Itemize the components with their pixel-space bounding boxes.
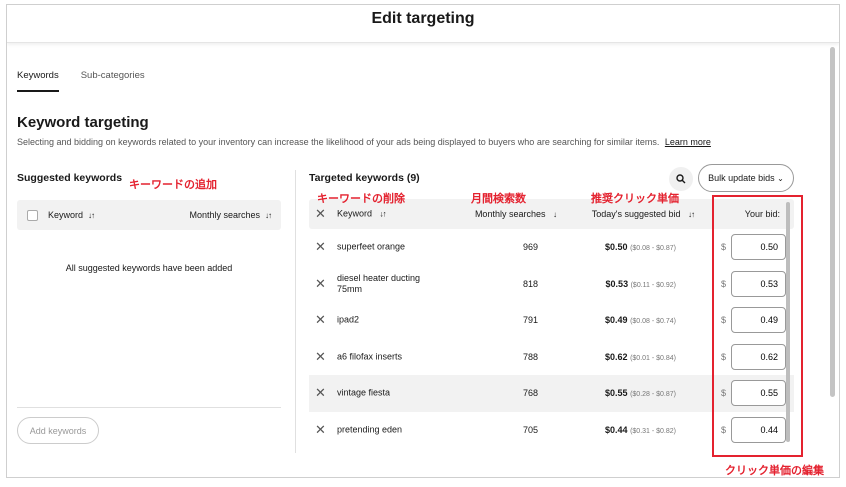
suggested-bid-cell: $0.62 ($0.01 - $0.84): [605, 352, 676, 362]
annotation-recommended-cpc: 推奨クリック単価: [591, 193, 679, 205]
keyword-cell: ipad2: [337, 314, 360, 325]
suggested-empty-message: All suggested keywords have been added: [65, 263, 233, 273]
sort-icon[interactable]: ↓↑: [265, 211, 272, 220]
suggested-bid-cell: $0.44 ($0.31 - $0.82): [605, 425, 676, 435]
divider: [17, 407, 281, 408]
suggested-table-header: Keyword ↓↑ Monthly searches ↓↑: [17, 200, 281, 230]
suggested-bid-cell: $0.53 ($0.11 - $0.92): [606, 279, 676, 289]
remove-keyword-icon[interactable]: ✕: [315, 312, 326, 328]
sort-icon: ↓↑: [379, 209, 387, 219]
monthly-searches-cell: 788: [522, 351, 538, 362]
suggested-col-monthly[interactable]: Monthly searches: [189, 210, 260, 220]
modal-title: Edit targeting: [371, 10, 475, 27]
suggested-bid-range: ($0.31 - $0.82): [630, 427, 676, 435]
suggested-bid-cell: $0.50 ($0.08 - $0.87): [605, 242, 676, 252]
panel-divider: [295, 170, 296, 453]
keyword-cell: vintage fiesta: [337, 387, 391, 398]
monthly-searches-cell: 705: [522, 424, 538, 435]
bulk-update-bids-label: Bulk update bids: [708, 173, 775, 183]
search-button[interactable]: [669, 167, 693, 191]
monthly-searches-cell: 791: [522, 315, 538, 326]
suggested-bid-cell: $0.49 ($0.08 - $0.74): [605, 315, 676, 325]
modal-header: Edit targeting: [7, 5, 839, 43]
modal-scrollbar[interactable]: [829, 45, 835, 475]
remove-keyword-icon[interactable]: ✕: [315, 239, 326, 255]
bulk-update-bids-button[interactable]: Bulk update bids ⌄: [698, 164, 794, 192]
annotation-edit-cpc: クリック単価の編集: [725, 465, 824, 477]
chevron-down-icon: ⌄: [777, 174, 784, 183]
remove-keyword-icon[interactable]: ✕: [315, 422, 326, 438]
annotation-add-keyword: キーワードの追加: [129, 179, 217, 191]
add-keywords-button[interactable]: Add keywords: [17, 417, 99, 444]
keyword-cell: a6 filofax inserts: [337, 351, 403, 362]
remove-all-icon[interactable]: ✕: [315, 206, 326, 222]
modal-scrollbar-thumb[interactable]: [830, 47, 835, 397]
tab-keywords[interactable]: Keywords: [17, 70, 59, 92]
targeted-col-suggested[interactable]: Today's suggested bid ↓↑: [591, 209, 695, 219]
keyword-cell: superfeet orange: [337, 241, 406, 252]
section-description-text: Selecting and bidding on keywords relate…: [17, 137, 660, 147]
remove-keyword-icon[interactable]: ✕: [315, 276, 326, 292]
targeted-col-keyword[interactable]: Keyword ↓↑: [337, 209, 447, 220]
suggested-col-keyword[interactable]: Keyword: [48, 210, 83, 220]
suggested-bid-range: ($0.28 - $0.87): [630, 391, 676, 399]
col-keyword-label: Keyword: [337, 208, 373, 219]
monthly-searches-cell: 969: [522, 242, 538, 253]
suggested-bid-value: $0.50: [605, 242, 628, 253]
annotation-delete-keyword: キーワードの削除: [317, 193, 405, 205]
learn-more-link[interactable]: Learn more: [665, 137, 711, 147]
arrow-down-icon: ↓: [553, 210, 557, 219]
annotation-box-your-bid: [712, 195, 803, 457]
col-monthly-label: Monthly searches: [474, 209, 546, 219]
suggested-bid-value: $0.55: [605, 388, 628, 399]
remove-keyword-icon[interactable]: ✕: [315, 385, 326, 401]
suggested-bid-value: $0.53: [605, 278, 629, 289]
tab-sub-categories[interactable]: Sub-categories: [81, 70, 145, 92]
suggested-bid-range: ($0.08 - $0.74): [630, 318, 676, 326]
remove-keyword-icon[interactable]: ✕: [315, 349, 326, 365]
keyword-cell: pretending eden: [337, 424, 403, 435]
monthly-searches-cell: 768: [522, 388, 538, 399]
suggested-keywords-title: Suggested keywords: [17, 172, 123, 184]
suggested-bid-value: $0.62: [605, 351, 628, 362]
sort-icon[interactable]: ↓↑: [88, 211, 95, 220]
suggested-bid-range: ($0.11 - $0.92): [630, 281, 676, 289]
suggested-bid-range: ($0.08 - $0.87): [630, 245, 676, 253]
keyword-cell: diesel heater ducting 75mm: [337, 272, 421, 294]
annotation-monthly-searches: 月間検索数: [471, 193, 526, 205]
tab-bar: Keywords Sub-categories: [17, 70, 145, 92]
suggested-bid-range: ($0.01 - $0.84): [630, 354, 676, 362]
col-suggested-label: Today's suggested bid: [591, 209, 681, 219]
suggested-bid-value: $0.49: [605, 315, 628, 326]
select-all-checkbox[interactable]: [27, 209, 38, 221]
search-icon: [676, 174, 686, 184]
sort-icon: ↓↑: [688, 210, 695, 219]
targeted-keywords-title: Targeted keywords (9): [309, 172, 420, 184]
targeted-col-monthly[interactable]: Monthly searches ↓: [474, 209, 557, 219]
suggested-bid-value: $0.44: [605, 424, 628, 435]
section-description: Selecting and bidding on keywords relate…: [17, 137, 711, 147]
suggested-bid-cell: $0.55 ($0.28 - $0.87): [605, 388, 676, 398]
monthly-searches-cell: 818: [522, 278, 538, 289]
section-title: Keyword targeting: [17, 114, 149, 131]
